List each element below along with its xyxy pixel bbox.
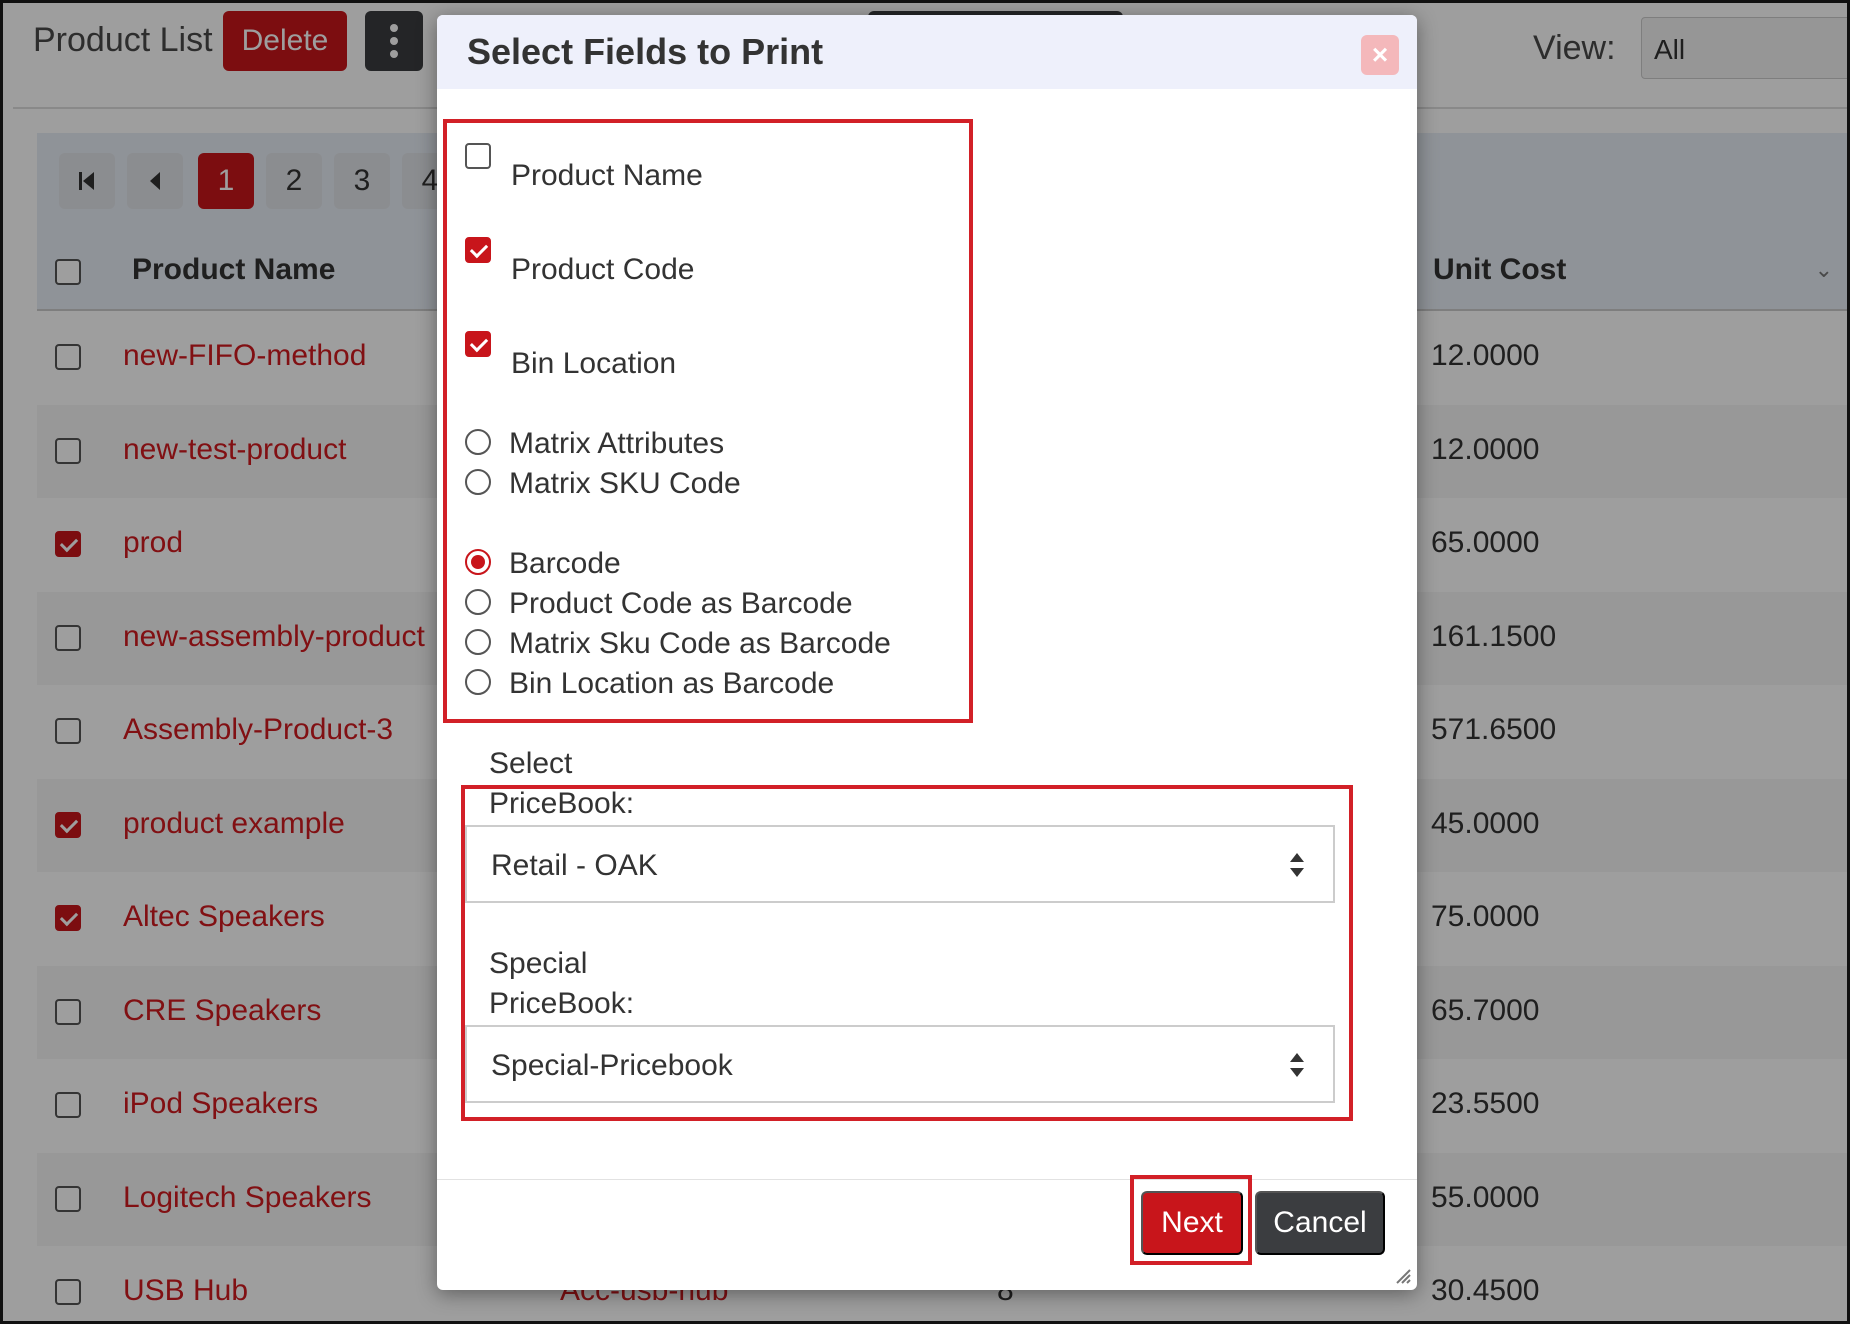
dialog-title: Select Fields to Print — [467, 31, 824, 72]
screenshot-frame: Product List Delete View: All 1 2 3 4 Pr… — [0, 0, 1850, 1324]
next-button[interactable]: Next — [1141, 1191, 1243, 1255]
close-icon[interactable]: × — [1361, 35, 1399, 75]
pricebook-label-line1: Select — [489, 747, 573, 780]
cancel-button[interactable]: Cancel — [1255, 1191, 1385, 1255]
product-name-checkbox[interactable] — [465, 143, 491, 169]
product-code-barcode-label: Product Code as Barcode — [509, 587, 853, 620]
select-fields-dialog: Select Fields to Print × Product Name Pr… — [437, 15, 1417, 1290]
matrix-sku-code-radio[interactable] — [465, 469, 491, 495]
barcode-label: Barcode — [509, 547, 621, 580]
barcode-radio[interactable] — [465, 549, 491, 575]
special-pricebook-label-line2: PriceBook: — [489, 987, 635, 1020]
footer-divider — [437, 1179, 1417, 1180]
bin-location-barcode-radio[interactable] — [465, 669, 491, 695]
special-pricebook-select[interactable]: Special-Pricebook — [465, 1025, 1335, 1103]
product-code-barcode-radio[interactable] — [465, 589, 491, 615]
bin-location-checkbox[interactable] — [465, 331, 491, 357]
matrix-attributes-label: Matrix Attributes — [509, 427, 725, 460]
matrix-attributes-radio[interactable] — [465, 429, 491, 455]
matrix-sku-barcode-label: Matrix Sku Code as Barcode — [509, 627, 891, 660]
pricebook-label-line2: PriceBook: — [489, 787, 635, 820]
special-pricebook-select-value: Special-Pricebook — [491, 1049, 733, 1082]
matrix-sku-barcode-radio[interactable] — [465, 629, 491, 655]
matrix-sku-code-label: Matrix SKU Code — [509, 467, 741, 500]
product-code-label: Product Code — [511, 253, 695, 286]
sort-arrows-icon — [1290, 1053, 1304, 1077]
pricebook-select-value: Retail - OAK — [491, 849, 658, 882]
product-code-checkbox[interactable] — [465, 237, 491, 263]
bin-location-label: Bin Location — [511, 347, 677, 380]
product-name-label: Product Name — [511, 159, 703, 192]
special-pricebook-label-line1: Special — [489, 947, 588, 980]
dialog-header: Select Fields to Print × — [437, 15, 1417, 89]
sort-arrows-icon — [1290, 853, 1304, 877]
pricebook-select[interactable]: Retail - OAK — [465, 825, 1335, 903]
bin-location-barcode-label: Bin Location as Barcode — [509, 667, 835, 700]
resize-handle-icon[interactable] — [1393, 1266, 1411, 1284]
